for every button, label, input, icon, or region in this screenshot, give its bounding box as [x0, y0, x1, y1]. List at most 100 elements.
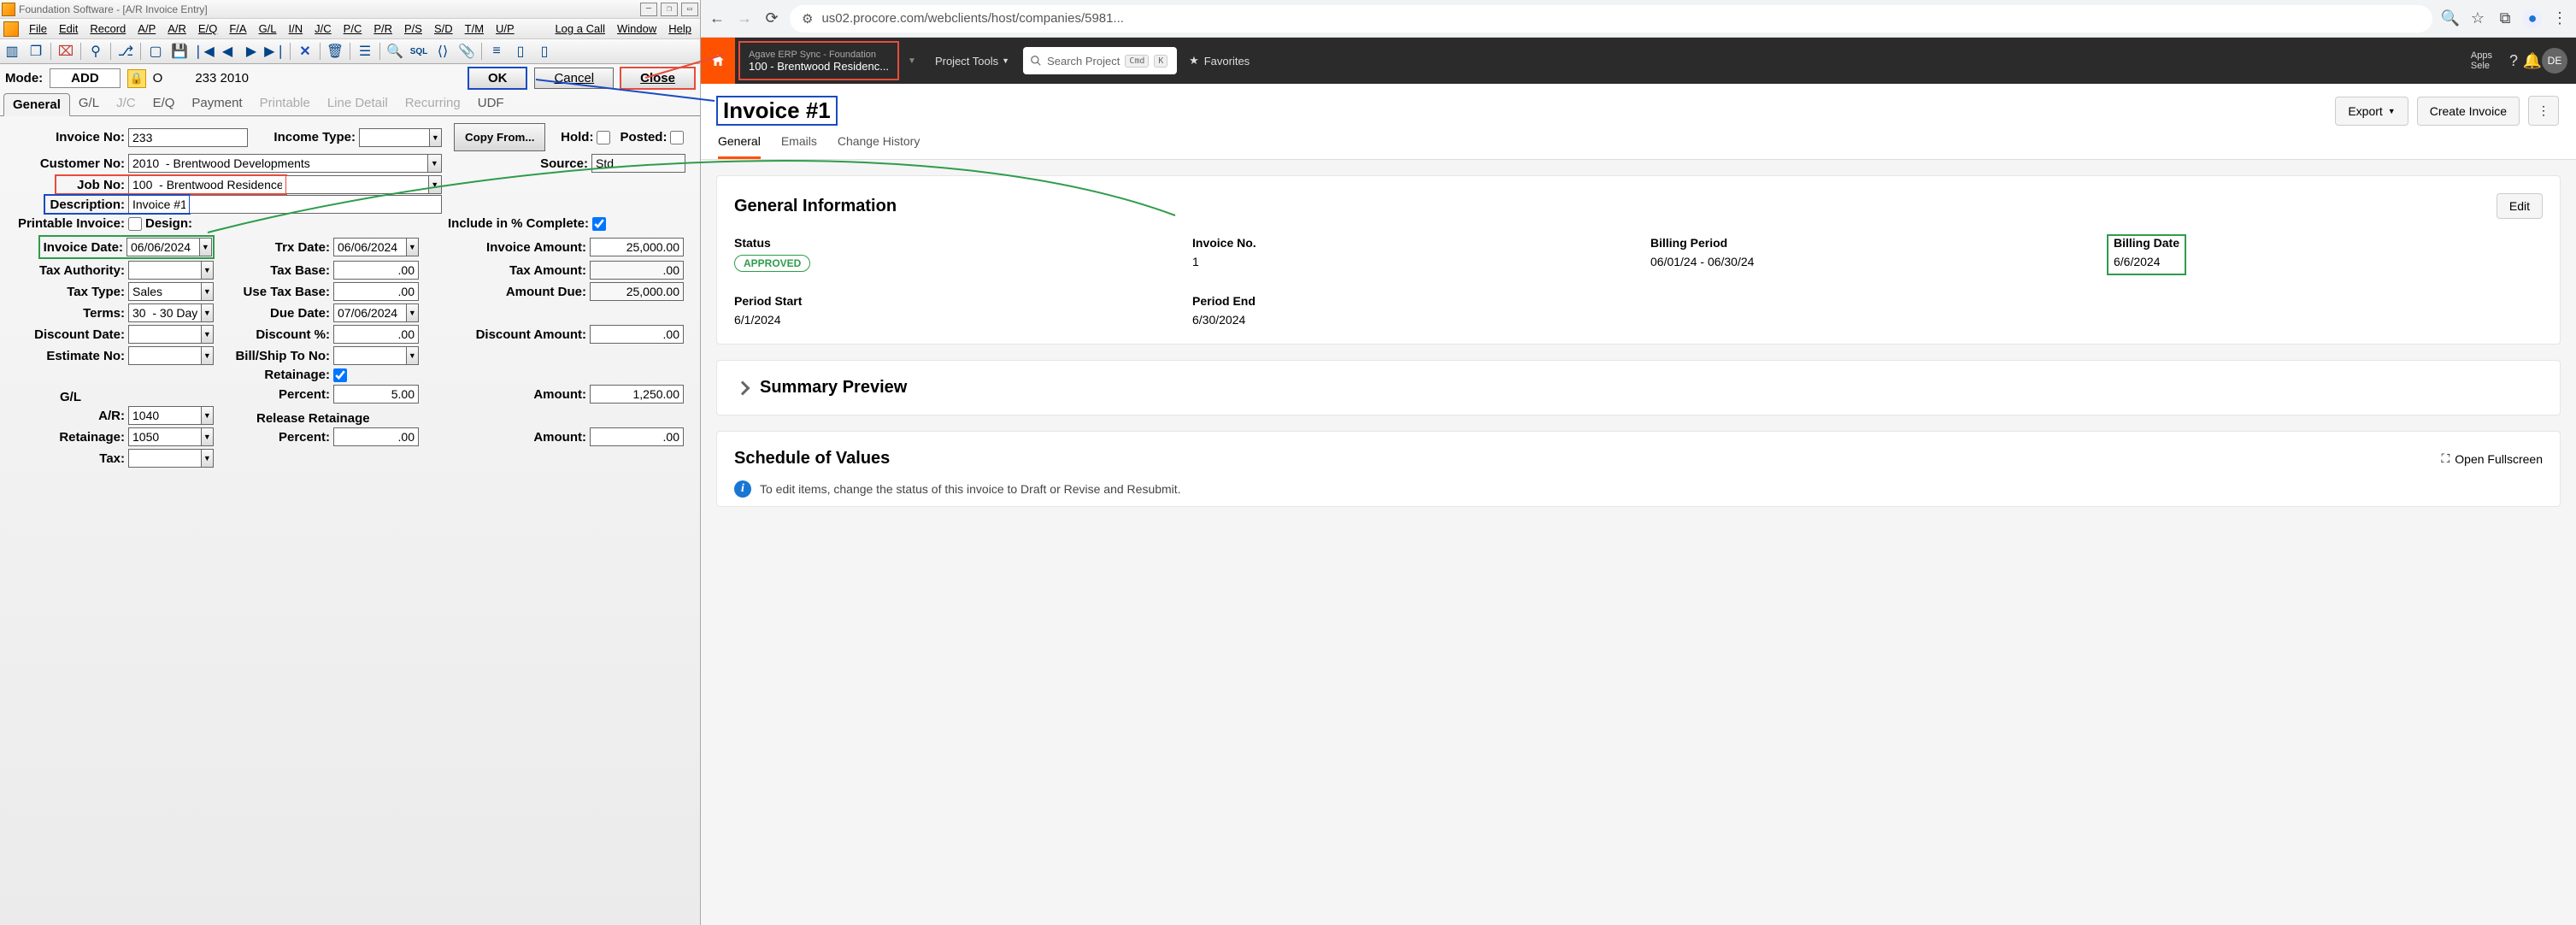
pin-icon[interactable]: ⚲: [86, 42, 105, 61]
menu-tm[interactable]: T/M: [460, 21, 489, 37]
prev-icon[interactable]: ◀: [218, 42, 237, 61]
menu-ps[interactable]: P/S: [399, 21, 427, 37]
menu-help[interactable]: Help: [663, 21, 697, 37]
menu-pc[interactable]: P/C: [338, 21, 368, 37]
delete-icon[interactable]: ✕: [296, 42, 315, 61]
back-icon[interactable]: ←: [708, 9, 726, 28]
menu-file[interactable]: File: [24, 21, 52, 37]
extensions-icon[interactable]: ⧉: [2496, 9, 2514, 28]
cancel-button[interactable]: Cancel: [534, 68, 614, 89]
use-tax-base-input[interactable]: [333, 282, 419, 301]
project-selector[interactable]: Agave ERP Sync - Foundation 100 - Brentw…: [738, 41, 899, 80]
customer-dropdown-icon[interactable]: ▼: [427, 154, 442, 173]
project-tools-menu[interactable]: Project Tools ▼: [921, 38, 1023, 84]
branch-icon[interactable]: ⎇: [116, 42, 135, 61]
gl-ret-input[interactable]: [128, 427, 201, 446]
customer-no-input[interactable]: [128, 154, 427, 173]
ret-percent-input[interactable]: [333, 385, 419, 404]
doc2-icon[interactable]: ▯: [535, 42, 554, 61]
export-button[interactable]: Export ▼: [2335, 97, 2408, 126]
menu-eq[interactable]: E/Q: [193, 21, 222, 37]
include-complete-checkbox[interactable]: [592, 217, 606, 231]
gl-tax-dropdown-icon[interactable]: ▼: [201, 449, 214, 468]
tab-line-detail[interactable]: Line Detail: [319, 92, 397, 115]
reload-icon[interactable]: ⟳: [762, 9, 781, 28]
menu-edit[interactable]: Edit: [54, 21, 83, 37]
description-input[interactable]: [128, 195, 190, 214]
tab-udf[interactable]: UDF: [469, 92, 513, 115]
tab-recurring[interactable]: Recurring: [397, 92, 469, 115]
invoice-amount-input[interactable]: [590, 238, 684, 256]
invoice-date-input[interactable]: [126, 238, 199, 256]
menu-log-call[interactable]: Log a Call: [550, 21, 610, 37]
job-no-ext-input[interactable]: [286, 175, 428, 194]
tax-authority-dropdown-icon[interactable]: ▼: [201, 261, 214, 280]
next-icon[interactable]: ▶: [242, 42, 261, 61]
printable-checkbox[interactable]: [128, 217, 142, 231]
first-icon[interactable]: ❘◀: [194, 42, 213, 61]
invoice-no-input[interactable]: [128, 128, 248, 147]
bookmark-icon[interactable]: ☆: [2468, 9, 2487, 28]
code-icon[interactable]: ⟨⟩: [433, 42, 452, 61]
ok-button[interactable]: OK: [468, 67, 528, 90]
tax-type-input[interactable]: [128, 282, 201, 301]
home-button[interactable]: [701, 38, 735, 84]
edit-button[interactable]: Edit: [2497, 193, 2543, 219]
search-project[interactable]: Search Project Cmd K: [1023, 47, 1177, 74]
tab-eq[interactable]: E/Q: [144, 92, 184, 115]
menu-record[interactable]: Record: [85, 21, 131, 37]
tax-base-input[interactable]: [333, 261, 419, 280]
discount-date-dropdown-icon[interactable]: ▼: [201, 325, 214, 344]
menu-pr[interactable]: P/R: [368, 21, 397, 37]
menu-window[interactable]: Window: [612, 21, 662, 37]
discount-amount-input[interactable]: [590, 325, 684, 344]
book-icon[interactable]: ▥: [3, 42, 21, 61]
rel-amount-input[interactable]: [590, 427, 684, 446]
help-icon[interactable]: ?: [2504, 51, 2523, 70]
cancel-icon[interactable]: ⌧: [56, 42, 75, 61]
pc-tab-change-history[interactable]: Change History: [838, 134, 920, 159]
rel-percent-input[interactable]: [333, 427, 419, 446]
trx-date-input[interactable]: [333, 238, 406, 256]
retainage-checkbox[interactable]: [333, 368, 347, 382]
minimize-button[interactable]: ─: [640, 3, 657, 16]
browser-menu-icon[interactable]: ⋮: [2550, 9, 2569, 28]
menu-up[interactable]: U/P: [491, 21, 520, 37]
trx-date-dropdown-icon[interactable]: ▼: [406, 238, 419, 256]
invoice-date-dropdown-icon[interactable]: ▼: [199, 238, 212, 256]
income-type-input[interactable]: [359, 128, 429, 147]
lock-icon[interactable]: 🔒: [127, 69, 146, 88]
search-icon[interactable]: 🔍: [385, 42, 404, 61]
menu-gl[interactable]: G/L: [254, 21, 282, 37]
tax-type-dropdown-icon[interactable]: ▼: [201, 282, 214, 301]
ar-input[interactable]: [128, 406, 201, 425]
close-button[interactable]: Close: [620, 68, 695, 89]
gl-ret-dropdown-icon[interactable]: ▼: [201, 427, 214, 446]
discount-date-input[interactable]: [128, 325, 201, 344]
copy-from-button[interactable]: Copy From...: [454, 123, 545, 151]
job-no-input[interactable]: [128, 175, 286, 194]
apps-selector[interactable]: Apps Sele: [2459, 38, 2504, 84]
menu-jc[interactable]: J/C: [309, 21, 337, 37]
zoom-icon[interactable]: 🔍: [2441, 9, 2460, 28]
due-date-dropdown-icon[interactable]: ▼: [406, 303, 419, 322]
save-icon[interactable]: 💾: [170, 42, 189, 61]
list-icon[interactable]: ☰: [356, 42, 374, 61]
tax-authority-input[interactable]: [128, 261, 201, 280]
tab-jc[interactable]: J/C: [108, 92, 144, 115]
trash-icon[interactable]: 🗑: [326, 42, 344, 61]
description-ext-input[interactable]: [190, 195, 442, 214]
more-options-button[interactable]: ⋮: [2528, 96, 2559, 126]
tab-printable[interactable]: Printable: [251, 92, 319, 115]
last-icon[interactable]: ▶❘: [266, 42, 285, 61]
ar-dropdown-icon[interactable]: ▼: [201, 406, 214, 425]
billship-input[interactable]: [333, 346, 406, 365]
menu-in[interactable]: I/N: [284, 21, 309, 37]
estimate-dropdown-icon[interactable]: ▼: [201, 346, 214, 365]
avatar[interactable]: DE: [2542, 48, 2567, 74]
menu-sd[interactable]: S/D: [429, 21, 458, 37]
gl-tax-input[interactable]: [128, 449, 201, 468]
billship-dropdown-icon[interactable]: ▼: [406, 346, 419, 365]
terms-input[interactable]: [128, 303, 201, 322]
income-type-dropdown-icon[interactable]: ▼: [429, 128, 442, 147]
